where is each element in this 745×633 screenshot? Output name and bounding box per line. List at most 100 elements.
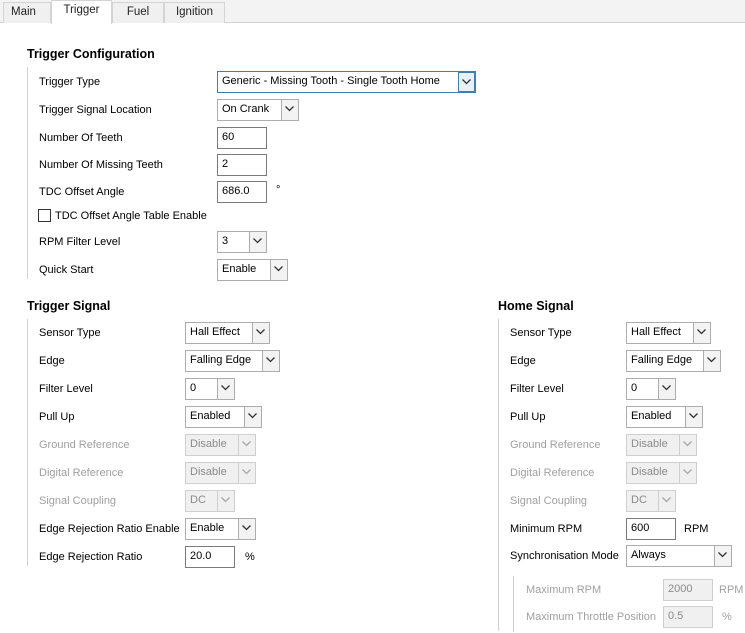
- chevron-down-icon[interactable]: [693, 323, 710, 343]
- chevron-down-icon: [679, 435, 696, 455]
- hs-max-rpm-label: Maximum RPM: [526, 584, 602, 596]
- trigger-signal-title: Trigger Signal: [27, 299, 111, 313]
- signal-location-dropdown[interactable]: On Crank: [217, 99, 299, 121]
- chevron-down-icon[interactable]: [658, 379, 675, 399]
- ts-digital-ref-dropdown[interactable]: Disable: [185, 462, 256, 484]
- ts-filter-level-value: 0: [190, 382, 197, 394]
- hs-coupling-value: DC: [631, 494, 647, 506]
- quick-start-value: Enable: [222, 263, 257, 275]
- tab-trigger[interactable]: Trigger: [51, 0, 112, 24]
- ts-sensor-type-value: Hall Effect: [190, 326, 240, 338]
- hs-sensor-type-dropdown[interactable]: Hall Effect: [626, 322, 711, 344]
- chevron-down-icon: [679, 463, 696, 483]
- chevron-down-icon[interactable]: [281, 100, 298, 120]
- chevron-down-icon[interactable]: [703, 351, 720, 371]
- hs-max-throttle-label: Maximum Throttle Position: [526, 611, 657, 623]
- tab-ignition-label: Ignition: [175, 6, 214, 18]
- chevron-down-icon[interactable]: [244, 407, 261, 427]
- trigger-config-border: [27, 67, 28, 279]
- hs-min-rpm-unit: RPM: [684, 523, 709, 535]
- tdc-offset-label: TDC Offset Angle: [39, 186, 125, 198]
- hs-max-throttle-input[interactable]: 0.5: [663, 606, 713, 628]
- hs-pull-up-value: Enabled: [631, 410, 672, 422]
- chevron-down-icon[interactable]: [714, 546, 731, 566]
- ts-edge-rej-enable-label: Edge Rejection Ratio Enable: [39, 523, 180, 535]
- tdc-offset-unit: °: [276, 184, 281, 196]
- ts-sensor-type-dropdown[interactable]: Hall Effect: [185, 322, 270, 344]
- tab-fuel[interactable]: Fuel: [112, 2, 164, 23]
- ts-edge-dropdown[interactable]: Falling Edge: [185, 350, 280, 372]
- chevron-down-icon[interactable]: [270, 260, 287, 280]
- quick-start-label: Quick Start: [39, 264, 94, 276]
- ts-edge-rej-enable-dropdown[interactable]: Enable: [185, 518, 256, 540]
- rpm-filter-dropdown[interactable]: 3: [217, 231, 267, 253]
- hs-sensor-type-value: Hall Effect: [631, 326, 681, 338]
- hs-pull-up-dropdown[interactable]: Enabled: [626, 406, 703, 428]
- home-signal-title: Home Signal: [498, 299, 574, 313]
- ts-filter-level-label: Filter Level: [39, 383, 93, 395]
- ts-filter-level-dropdown[interactable]: 0: [185, 378, 235, 400]
- hs-ground-ref-value: Disable: [631, 438, 668, 450]
- chevron-down-icon: [217, 491, 234, 511]
- ts-ground-ref-dropdown[interactable]: Disable: [185, 434, 256, 456]
- chevron-down-icon[interactable]: [685, 407, 702, 427]
- tdc-offset-input[interactable]: 686.0: [217, 181, 267, 203]
- ts-edge-value: Falling Edge: [190, 354, 252, 366]
- signal-location-label: Trigger Signal Location: [39, 104, 152, 116]
- hs-ground-ref-dropdown[interactable]: Disable: [626, 434, 697, 456]
- hs-edge-dropdown[interactable]: Falling Edge: [626, 350, 721, 372]
- chevron-down-icon: [238, 435, 255, 455]
- hs-max-rpm-input[interactable]: 2000: [663, 579, 713, 601]
- num-missing-input[interactable]: 2: [217, 154, 267, 176]
- tdc-table-label: TDC Offset Angle Table Enable: [55, 210, 207, 222]
- hs-coupling-dropdown[interactable]: DC: [626, 490, 676, 512]
- tdc-table-checkbox[interactable]: [38, 209, 51, 222]
- num-teeth-input[interactable]: 60: [217, 127, 267, 149]
- quick-start-dropdown[interactable]: Enable: [217, 259, 288, 281]
- chevron-down-icon[interactable]: [458, 72, 475, 92]
- hs-max-throttle-unit: %: [722, 611, 732, 623]
- signal-location-value: On Crank: [222, 103, 270, 115]
- tab-main[interactable]: Main: [3, 2, 51, 23]
- ts-edge-rej-ratio-label: Edge Rejection Ratio: [39, 551, 143, 563]
- ts-ground-ref-value: Disable: [190, 438, 227, 450]
- trigger-type-dropdown[interactable]: Generic - Missing Tooth - Single Tooth H…: [217, 71, 476, 93]
- chevron-down-icon[interactable]: [262, 351, 279, 371]
- trigger-signal-border: [27, 319, 28, 566]
- home-signal-border: [498, 319, 499, 631]
- hs-filter-level-dropdown[interactable]: 0: [626, 378, 676, 400]
- hs-min-rpm-input[interactable]: 600: [626, 518, 676, 540]
- ts-coupling-value: DC: [190, 494, 206, 506]
- trigger-type-value: Generic - Missing Tooth - Single Tooth H…: [222, 75, 440, 87]
- hs-digital-ref-label: Digital Reference: [510, 467, 595, 479]
- num-teeth-label: Number Of Teeth: [39, 132, 123, 144]
- trigger-type-label: Trigger Type: [39, 76, 101, 88]
- ts-ground-ref-label: Ground Reference: [39, 439, 130, 451]
- ts-coupling-dropdown[interactable]: DC: [185, 490, 235, 512]
- sync-subgroup-border: [513, 576, 514, 632]
- chevron-down-icon: [238, 463, 255, 483]
- hs-digital-ref-dropdown[interactable]: Disable: [626, 462, 697, 484]
- tab-main-label: Main: [11, 6, 36, 18]
- ts-sensor-type-label: Sensor Type: [39, 327, 101, 339]
- tab-ignition[interactable]: Ignition: [164, 2, 225, 23]
- ts-pull-up-dropdown[interactable]: Enabled: [185, 406, 262, 428]
- ts-edge-rej-enable-value: Enable: [190, 522, 225, 534]
- hs-sync-mode-value: Always: [631, 549, 666, 561]
- chevron-down-icon[interactable]: [217, 379, 234, 399]
- chevron-down-icon[interactable]: [249, 232, 266, 252]
- hs-ground-ref-label: Ground Reference: [510, 439, 601, 451]
- ts-edge-rej-ratio-unit: %: [245, 551, 255, 563]
- ts-edge-rej-ratio-input[interactable]: 20.0: [185, 546, 235, 568]
- tab-fuel-label: Fuel: [126, 6, 150, 18]
- ts-pull-up-value: Enabled: [190, 410, 231, 422]
- ts-digital-ref-label: Digital Reference: [39, 467, 124, 479]
- rpm-filter-value: 3: [222, 235, 229, 247]
- chevron-down-icon[interactable]: [238, 519, 255, 539]
- hs-pull-up-label: Pull Up: [510, 411, 546, 423]
- trigger-config-title: Trigger Configuration: [27, 47, 155, 61]
- ts-digital-ref-value: Disable: [190, 466, 227, 478]
- tab-trigger-label: Trigger: [63, 4, 100, 16]
- hs-sync-mode-dropdown[interactable]: Always: [626, 545, 732, 567]
- chevron-down-icon[interactable]: [252, 323, 269, 343]
